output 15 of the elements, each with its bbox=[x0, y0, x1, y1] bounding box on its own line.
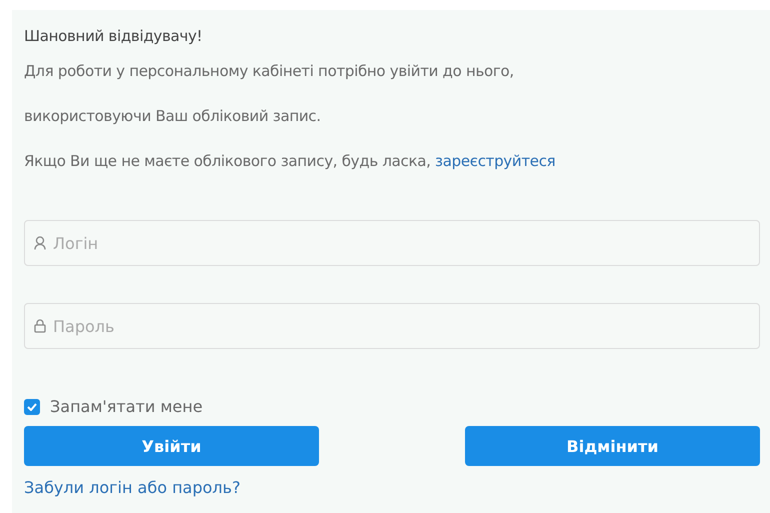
intro-text: Для роботи у персональному кабінеті потрібно увійти до нього, bbox=[24, 61, 515, 81]
intro-text: використовуючи Ваш обліковий запис. bbox=[24, 106, 322, 126]
remember-checkbox[interactable] bbox=[24, 398, 40, 414]
check-icon bbox=[27, 402, 37, 410]
remember-label: Запам'ятати мене bbox=[50, 397, 203, 416]
password-field[interactable]: Пароль bbox=[24, 303, 760, 349]
lock-icon bbox=[34, 319, 46, 333]
cancel-button[interactable]: Відмінити bbox=[465, 426, 760, 466]
login-field[interactable]: Логін bbox=[24, 220, 760, 266]
register-prompt: Якщо Ви ще не маєте облікового запису, будь ласка, зареєструйтеся bbox=[24, 151, 556, 171]
login-button[interactable]: Увійти bbox=[24, 426, 319, 466]
forgot-password-link[interactable]: Забули логін або пароль? bbox=[24, 478, 240, 497]
user-icon bbox=[34, 236, 46, 250]
register-link[interactable]: зареєструйтеся bbox=[435, 152, 556, 170]
greeting-text: Шановний відвідувачу! bbox=[24, 26, 204, 46]
